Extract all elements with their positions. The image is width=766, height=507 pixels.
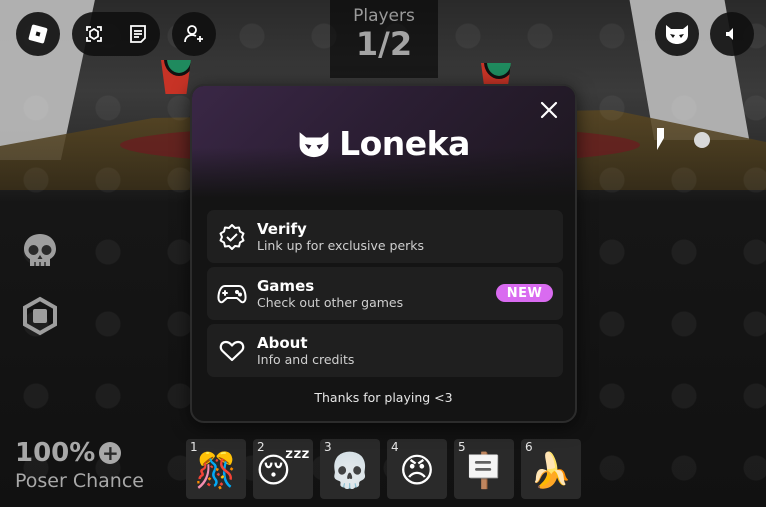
gamepad-icon: [207, 267, 257, 320]
add-friend-icon: [183, 23, 205, 45]
hotbar-slot-1[interactable]: 1 🎊: [186, 439, 246, 499]
roblox-logo-icon: [27, 23, 49, 45]
poser-percent-row: 100% +: [15, 438, 122, 468]
poser-percent: 100%: [15, 438, 96, 468]
menu-item-title: Verify: [257, 220, 307, 238]
scene-orb: [694, 132, 710, 148]
angry-face-icon: 😠: [399, 451, 435, 491]
menu-item-title: About: [257, 334, 308, 352]
chat-icon[interactable]: [127, 23, 149, 45]
menu-item-text: Games Check out other games: [257, 277, 403, 310]
menu-item-about[interactable]: About Info and credits: [207, 324, 563, 377]
players-count: 1/2: [355, 25, 413, 63]
heart-icon: [207, 324, 257, 377]
menu-item-text: Verify Link up for exclusive perks: [257, 220, 424, 253]
skull-icon[interactable]: [20, 231, 60, 271]
confetti-icon: 🎊: [194, 451, 238, 491]
hotbar-slot-2[interactable]: 2 😴: [253, 439, 313, 499]
hotbar-slot-3[interactable]: 3 💀: [320, 439, 380, 499]
loneka-menu-button[interactable]: [655, 12, 699, 56]
protest-sign-icon: 🪧: [462, 451, 506, 491]
new-badge: NEW: [496, 284, 553, 302]
menu-item-games[interactable]: Games Check out other games NEW: [207, 267, 563, 320]
menu-item-text: About Info and credits: [257, 334, 354, 367]
roblox-menu-button[interactable]: [16, 12, 60, 56]
recenter-icon[interactable]: [83, 23, 105, 45]
mouse-cursor-icon: [657, 128, 664, 150]
sound-button[interactable]: [710, 12, 754, 56]
verified-badge-icon: [207, 210, 257, 263]
add-friend-button[interactable]: [172, 12, 216, 56]
top-button-group: [72, 12, 160, 56]
loneka-mask-icon: [297, 128, 331, 160]
plus-icon[interactable]: +: [99, 442, 122, 464]
players-label: Players: [353, 6, 415, 26]
menu-item-subtitle: Link up for exclusive perks: [257, 238, 425, 253]
brand-name: Loneka: [339, 124, 470, 163]
menu-item-subtitle: Check out other games: [257, 295, 404, 310]
robux-icon[interactable]: [20, 296, 60, 336]
hotbar-slot-5[interactable]: 5 🪧: [454, 439, 514, 499]
loneka-mask-icon: [664, 23, 690, 45]
menu-item-verify[interactable]: Verify Link up for exclusive perks: [207, 210, 563, 263]
loneka-modal: Loneka Verify Link up for exclusive perk…: [190, 84, 577, 423]
speaker-icon: [723, 25, 741, 43]
close-button[interactable]: [537, 98, 561, 122]
footer-note: Thanks for playing <3: [314, 390, 453, 405]
scene-cup: [161, 60, 191, 94]
skull-emote-icon: 💀: [328, 451, 372, 491]
sleeping-face-icon: 😴: [255, 451, 311, 491]
poser-label: Poser Chance: [15, 470, 144, 492]
hotbar-slot-4[interactable]: 4 😠: [387, 439, 447, 499]
banana-icon: 🍌: [529, 451, 573, 491]
players-counter: Players 1/2: [330, 0, 438, 78]
poser-chance: 100% + Poser Chance: [15, 438, 144, 492]
menu-item-title: Games: [257, 277, 315, 295]
hotbar-slot-6[interactable]: 6 🍌: [521, 439, 581, 499]
menu-item-subtitle: Info and credits: [257, 352, 355, 367]
brand: Loneka: [192, 124, 575, 163]
close-icon: [540, 101, 558, 119]
